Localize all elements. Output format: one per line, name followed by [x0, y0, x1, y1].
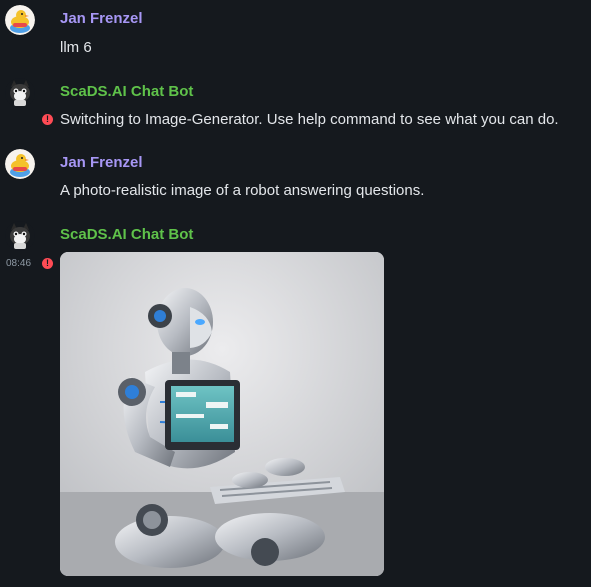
sender-name[interactable]: ScaDS.AI Chat Bot: [60, 226, 193, 244]
warning-icon[interactable]: !: [42, 114, 53, 125]
message-timestamp: 08:46: [6, 258, 32, 269]
bot-avatar[interactable]: [5, 221, 35, 251]
generated-robot-image[interactable]: [60, 252, 384, 576]
warning-icon[interactable]: !: [42, 258, 53, 269]
sender-name[interactable]: ScaDS.AI Chat Bot: [60, 83, 193, 101]
bot-avatar[interactable]: [5, 78, 35, 108]
user-avatar[interactable]: [5, 5, 35, 35]
message-text: Switching to Image-Generator. Use help c…: [60, 111, 559, 128]
message-text: llm 6: [60, 39, 92, 56]
sender-name[interactable]: Jan Frenzel: [60, 10, 143, 28]
message-text: A photo-realistic image of a robot answe…: [60, 182, 425, 199]
sender-name[interactable]: Jan Frenzel: [60, 154, 143, 172]
user-avatar[interactable]: [5, 149, 35, 179]
chat-timeline: Jan Frenzel llm 6 ScaDS.AI Chat Bot ! Sw…: [0, 0, 591, 587]
